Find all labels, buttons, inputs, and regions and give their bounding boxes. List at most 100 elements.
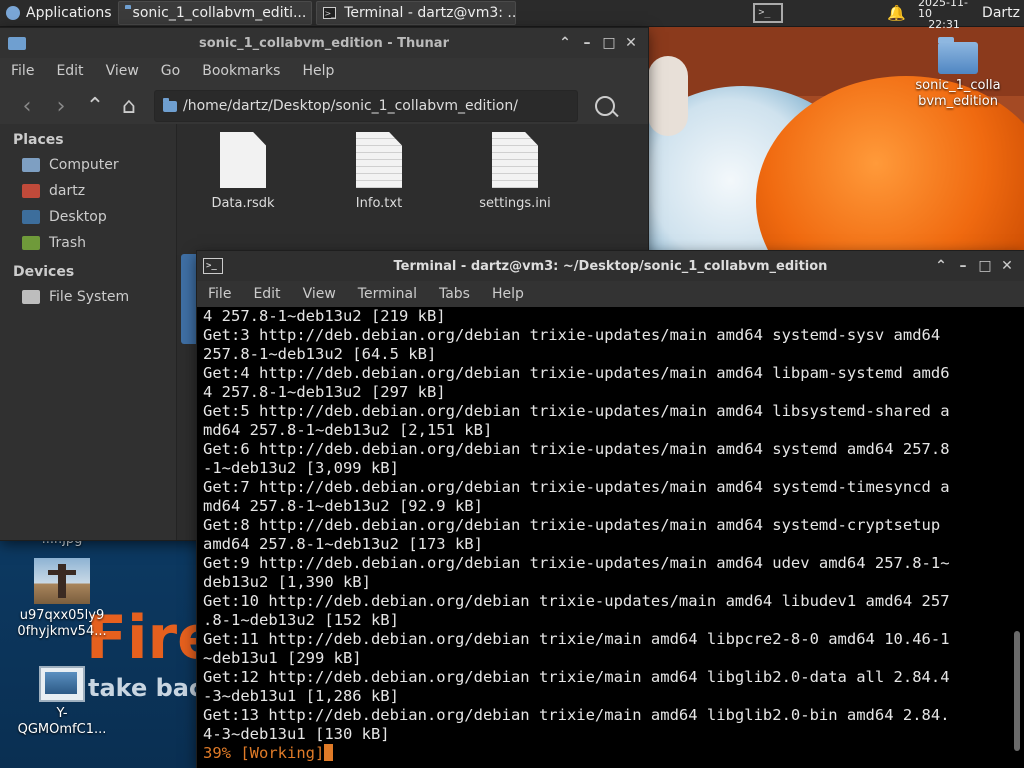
thunar-titlebar[interactable]: sonic_1_collabvm_edition - Thunar ⌃ – □ … bbox=[0, 28, 648, 58]
terminal-line: 4-3~deb13u1 [130 kB] bbox=[203, 725, 390, 743]
terminal-line: 257.8-1~deb13u2 [64.5 kB] bbox=[203, 345, 437, 363]
menu-edit[interactable]: Edit bbox=[242, 286, 291, 302]
applications-menu-button[interactable]: Applications bbox=[0, 0, 118, 26]
terminal-line: ~deb13u1 [299 kB] bbox=[203, 649, 362, 667]
window-minimize-button[interactable]: – bbox=[952, 258, 974, 274]
terminal-line: md64 257.8-1~deb13u2 [92.9 kB] bbox=[203, 497, 483, 515]
search-button[interactable] bbox=[588, 89, 622, 123]
sidebar-item-label: File System bbox=[49, 289, 130, 305]
taskbar-item-terminal[interactable]: >_ Terminal - dartz@vm3: ... bbox=[315, 1, 516, 25]
chevron-left-icon: ‹ bbox=[22, 93, 32, 119]
clock[interactable]: 2025-11-10 22:31 bbox=[912, 0, 976, 30]
location-bar[interactable]: /home/dartz/Desktop/sonic_1_collabvm_edi… bbox=[154, 90, 578, 122]
terminal-line: Get:6 http://deb.debian.org/debian trixi… bbox=[203, 440, 950, 458]
desktop-icon bbox=[22, 210, 40, 224]
back-button[interactable]: ‹ bbox=[10, 89, 44, 123]
forward-button[interactable]: › bbox=[44, 89, 78, 123]
terminal-icon: >_ bbox=[322, 7, 337, 19]
devices-header: Devices bbox=[13, 264, 75, 280]
home-icon bbox=[22, 184, 40, 198]
sidebar-item-desktop[interactable]: Desktop bbox=[0, 204, 176, 230]
terminal-menubar: File Edit View Terminal Tabs Help bbox=[197, 281, 1024, 307]
location-path: /home/dartz/Desktop/sonic_1_collabvm_edi… bbox=[183, 98, 518, 114]
terminal-line: Get:8 http://deb.debian.org/debian trixi… bbox=[203, 516, 941, 534]
terminal-line: Get:5 http://deb.debian.org/debian trixi… bbox=[203, 402, 950, 420]
menu-bookmarks[interactable]: Bookmarks bbox=[191, 63, 291, 79]
terminal-line: Get:3 http://deb.debian.org/debian trixi… bbox=[203, 326, 941, 344]
window-maximize-button[interactable]: □ bbox=[598, 35, 620, 51]
menu-file[interactable]: File bbox=[197, 286, 242, 302]
places-header: Places bbox=[13, 132, 64, 148]
sidebar-item-computer[interactable]: Computer bbox=[0, 152, 176, 178]
menu-terminal[interactable]: Terminal bbox=[347, 286, 428, 302]
taskbar-item-label: sonic_1_collabvm_editi... bbox=[132, 5, 307, 21]
home-icon: ⌂ bbox=[122, 93, 136, 119]
debian-logo-icon bbox=[6, 6, 20, 20]
image-icon bbox=[39, 666, 85, 702]
user-name: Dartz bbox=[982, 5, 1020, 21]
taskbar-item-thunar[interactable]: sonic_1_collabvm_editi... bbox=[117, 1, 312, 25]
desktop-icon-label: Y- QGMOmfC1... bbox=[17, 706, 107, 737]
desktop-icon-folder[interactable]: sonic_1_colla bvm_edition bbox=[910, 37, 1006, 110]
user-menu-button[interactable]: Dartz bbox=[976, 0, 1024, 26]
text-file-icon bbox=[356, 132, 402, 188]
window-minimize-button[interactable]: – bbox=[576, 35, 598, 51]
desktop-icon-image-1[interactable]: u97qxx05ly9 0fhyjkmv54... bbox=[14, 558, 110, 640]
terminal-line: 4 257.8-1~deb13u2 [219 kB] bbox=[203, 307, 446, 325]
menu-view[interactable]: View bbox=[95, 63, 150, 79]
parent-folder-button[interactable]: ⌃ bbox=[78, 89, 112, 123]
file-item[interactable]: Data.rsdk bbox=[183, 132, 303, 211]
notifications-button[interactable]: 🔔 bbox=[881, 0, 912, 26]
window-shade-button[interactable]: ⌃ bbox=[930, 258, 952, 274]
menu-file[interactable]: File bbox=[0, 63, 45, 79]
menu-go[interactable]: Go bbox=[150, 63, 191, 79]
sidebar-item-trash[interactable]: Trash bbox=[0, 230, 176, 256]
desktop-icon-image-2[interactable]: Y- QGMOmfC1... bbox=[14, 666, 110, 738]
terminal-line: Get:13 http://deb.debian.org/debian trix… bbox=[203, 706, 950, 724]
menu-tabs[interactable]: Tabs bbox=[428, 286, 481, 302]
menu-help[interactable]: Help bbox=[481, 286, 535, 302]
computer-icon bbox=[22, 158, 40, 172]
terminal-icon: >_ bbox=[203, 258, 223, 274]
file-name: Data.rsdk bbox=[211, 196, 275, 211]
window-maximize-button[interactable]: □ bbox=[974, 258, 996, 274]
bell-icon: 🔔 bbox=[887, 4, 907, 22]
terminal-line: 4 257.8-1~deb13u2 [297 kB] bbox=[203, 383, 446, 401]
window-close-button[interactable]: ✕ bbox=[996, 258, 1018, 274]
terminal-line: Get:7 http://deb.debian.org/debian trixi… bbox=[203, 478, 950, 496]
progress-line: 39% [Working] bbox=[203, 744, 1006, 763]
menu-help[interactable]: Help bbox=[291, 63, 345, 79]
sidebar-item-label: Desktop bbox=[49, 209, 107, 225]
folder-icon bbox=[163, 97, 177, 112]
window-close-button[interactable]: ✕ bbox=[620, 35, 642, 51]
search-icon bbox=[595, 96, 619, 118]
terminal-line: Get:11 http://deb.debian.org/debian trix… bbox=[203, 630, 950, 648]
folder-icon bbox=[938, 37, 978, 74]
menu-view[interactable]: View bbox=[292, 286, 347, 302]
terminal-window: >_ Terminal - dartz@vm3: ~/Desktop/sonic… bbox=[197, 251, 1024, 768]
sidebar-item-filesystem[interactable]: File System bbox=[0, 284, 176, 310]
terminal-icon: >_ bbox=[753, 3, 784, 23]
sidebar-item-label: Computer bbox=[49, 157, 119, 173]
file-item[interactable]: Info.txt bbox=[319, 132, 439, 211]
home-button[interactable]: ⌂ bbox=[112, 89, 146, 123]
terminal-output[interactable]: 4 257.8-1~deb13u2 [219 kB] Get:3 http://d… bbox=[203, 307, 1006, 768]
clock-date: 2025-11-10 bbox=[918, 0, 968, 20]
window-shade-button[interactable]: ⌃ bbox=[554, 35, 576, 51]
sidebar-item-label: dartz bbox=[49, 183, 86, 199]
sidebar-item-home[interactable]: dartz bbox=[0, 178, 176, 204]
menu-edit[interactable]: Edit bbox=[45, 63, 94, 79]
workspace-switcher-button[interactable]: >_ bbox=[747, 0, 789, 26]
terminal-line: md64 257.8-1~deb13u2 [2,151 kB] bbox=[203, 421, 493, 439]
file-item[interactable]: settings.ini bbox=[455, 132, 575, 211]
file-name: settings.ini bbox=[479, 196, 551, 211]
terminal-titlebar[interactable]: >_ Terminal - dartz@vm3: ~/Desktop/sonic… bbox=[197, 251, 1024, 281]
terminal-scrollbar[interactable] bbox=[1014, 631, 1020, 751]
terminal-line: Get:4 http://deb.debian.org/debian trixi… bbox=[203, 364, 950, 382]
top-panel: Applications sonic_1_collabvm_editi... >… bbox=[0, 0, 1024, 30]
terminal-line: amd64 257.8-1~deb13u2 [173 kB] bbox=[203, 535, 483, 553]
thunar-sidebar: Places Computer dartz Desktop Trash Devi… bbox=[0, 124, 177, 540]
taskbar-item-label: Terminal - dartz@vm3: ... bbox=[344, 5, 516, 21]
image-icon bbox=[34, 558, 90, 604]
file-name: Info.txt bbox=[355, 196, 403, 211]
